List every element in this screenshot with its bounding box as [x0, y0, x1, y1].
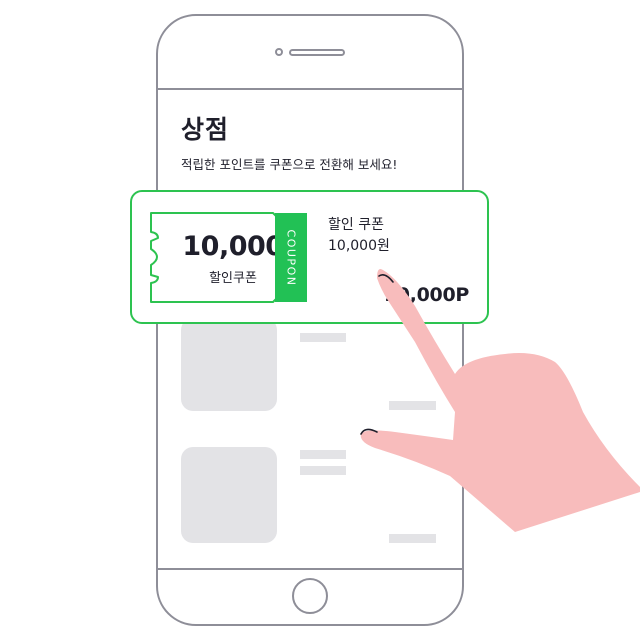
- camera-dot: [275, 48, 283, 56]
- text-placeholder-bar: [300, 466, 346, 475]
- product-thumbnail-placeholder[interactable]: [181, 318, 277, 411]
- coupon-stub-tab: COUPON: [275, 213, 307, 302]
- coupon-tab-label: COUPON: [284, 229, 298, 286]
- home-button[interactable]: [292, 578, 328, 614]
- text-placeholder-bar: [300, 333, 346, 342]
- product-thumbnail-placeholder[interactable]: [181, 447, 277, 543]
- page-subtitle: 적립한 포인트를 쿠폰으로 전환해 보세요!: [181, 157, 398, 172]
- screen-top-edge: [158, 88, 462, 90]
- coupon-name: 할인 쿠폰: [328, 217, 384, 233]
- page-title: 상점: [181, 115, 230, 144]
- speaker-grille: [289, 49, 345, 56]
- text-placeholder-bar: [300, 450, 346, 459]
- screen-bottom-edge: [158, 568, 462, 570]
- coupon-price: 10,000원: [328, 238, 390, 254]
- pointing-hand-icon: [360, 269, 640, 532]
